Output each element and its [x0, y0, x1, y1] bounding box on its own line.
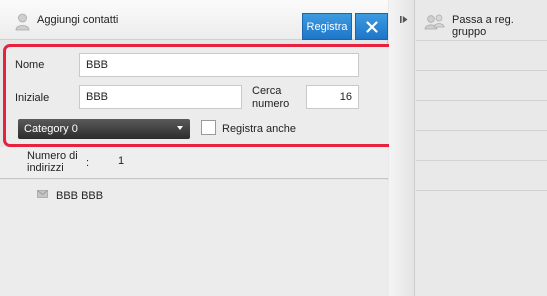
group-list-slot [416, 190, 547, 220]
group-register-link[interactable]: Passa a reg. gruppo [416, 0, 547, 40]
contact-form-highlight: Nome BBB Iniziale BBB Cerca numero 16 Ca… [3, 44, 398, 147]
search-number-field[interactable]: 16 [306, 85, 359, 109]
page-title: Aggiungi contatti [37, 14, 119, 26]
search-number-label-line2: numero [252, 98, 290, 110]
name-field[interactable]: BBB [79, 53, 359, 77]
chevron-down-icon [177, 126, 183, 130]
person-icon [15, 13, 30, 31]
group-register-label: Passa a reg. gruppo [452, 14, 514, 38]
play-right-icon [400, 16, 408, 23]
contact-editor-panel: Aggiungi contatti Registra Nome BBB Iniz… [0, 0, 398, 296]
register-also-checkbox[interactable] [201, 120, 216, 135]
close-button[interactable] [355, 13, 388, 40]
name-label: Nome [15, 59, 45, 71]
editor-header: Aggiungi contatti Registra [0, 0, 388, 40]
search-number-label-line1: Cerca [252, 85, 282, 97]
category-select[interactable]: Category 0 [18, 119, 190, 139]
group-list-slot [416, 70, 547, 100]
address-list: BBB BBB [0, 180, 388, 296]
list-item[interactable]: BBB BBB [0, 180, 388, 210]
app-screen: Aggiungi contatti Registra Nome BBB Iniz… [0, 0, 547, 296]
initial-label: Iniziale [15, 92, 50, 104]
address-count-row: Numero di indirizzi : 1 [0, 147, 388, 179]
group-list-slot [416, 130, 547, 160]
address-count-label-line1: Numero di [27, 150, 78, 162]
address-count-value: 1 [118, 155, 125, 167]
group-icon [424, 14, 445, 30]
category-selected-value: Category 0 [24, 123, 78, 135]
group-list-slot [416, 160, 547, 190]
group-list-slot [416, 100, 547, 130]
panel-toggle-button[interactable] [389, 0, 415, 296]
address-count-label-line2: indirizzi [27, 162, 64, 174]
register-also-label: Registra anche [222, 123, 296, 135]
list-item-text: BBB BBB [56, 190, 104, 202]
address-count-separator: : [86, 157, 90, 169]
close-icon [365, 20, 378, 33]
group-list-slot [416, 40, 547, 70]
group-panel: Passa a reg. gruppo [389, 0, 547, 296]
initial-field[interactable]: BBB [79, 85, 242, 109]
mail-icon [37, 190, 48, 198]
save-button[interactable]: Registra [302, 13, 352, 40]
